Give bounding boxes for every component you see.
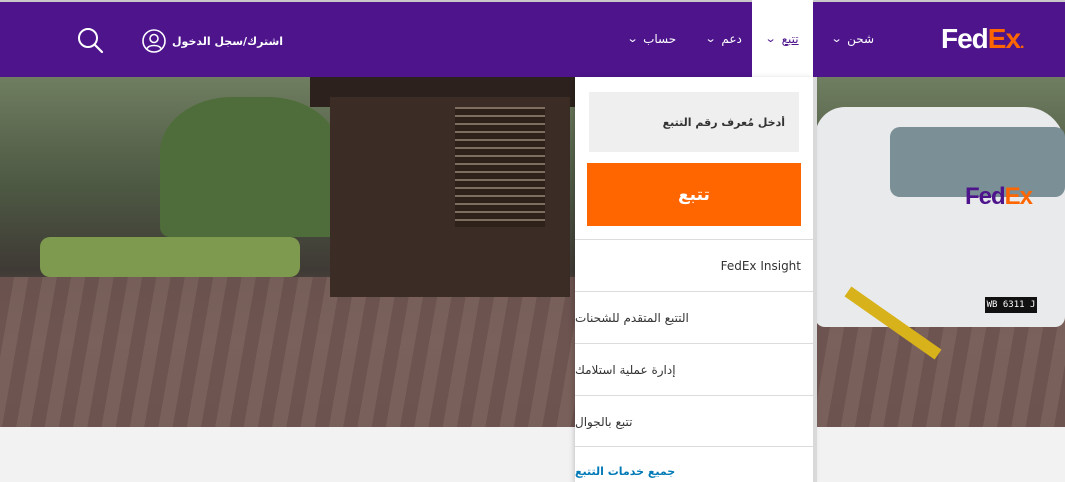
van-license-plate: WB 6311 J [985,297,1037,313]
track-button[interactable]: تتبع [587,163,801,226]
nav-account[interactable]: حساب ⌄ [624,0,680,77]
nav-tracking[interactable]: تتبع ⌄ [752,0,813,77]
nav-shipping-label: شحن [847,31,875,46]
nav-support-label: دعم [721,31,742,46]
nav-tracking-label: تتبع [781,31,799,46]
menu-link-all-tracking-services[interactable]: جميع خدمات التتبع [575,446,813,482]
user-icon [142,29,166,53]
menu-link-fedex-insight[interactable]: FedEx Insight [575,239,813,291]
tracking-dropdown: تتبع FedEx Insight التتبع المتقدم للشحنا… [575,77,813,482]
content-strip [0,427,1065,482]
van-fedex-logo: FedEx [965,183,1033,210]
dropdown-scrollbar[interactable] [813,77,817,482]
signin-label: اشترك/سجل الدخول [172,34,284,48]
hero-plants [160,97,340,237]
signin-link[interactable]: اشترك/سجل الدخول [142,27,283,55]
menu-link-mobile-tracking[interactable]: تتبع بالجوال [575,395,813,447]
menu-link-advanced-tracking[interactable]: التتبع المتقدم للشحنات [575,291,813,343]
chevron-down-icon: ⌄ [704,32,717,45]
chevron-down-icon: ⌄ [765,32,778,45]
fedex-logo[interactable]: FedEx. [941,22,1025,56]
nav-support[interactable]: دعم ⌄ [700,0,748,77]
hero-grass [40,237,300,277]
nav-account-label: حساب [643,31,677,46]
top-border [0,0,1065,2]
menu-link-manage-delivery[interactable]: إدارة عملية استلامك [575,343,813,395]
search-icon[interactable] [76,26,104,54]
nav-shipping[interactable]: شحن ⌄ [828,0,878,77]
chevron-down-icon: ⌄ [830,32,843,45]
tracking-number-input[interactable] [589,92,799,152]
hero-image: FedEx WB 6311 J [0,77,1065,427]
top-navigation-bar: FedEx. شحن ⌄ تتبع ⌄ دعم ⌄ حساب ⌄ اشترك/س… [0,0,1065,77]
chevron-down-icon: ⌄ [626,32,639,45]
hero-lattice [455,107,545,227]
